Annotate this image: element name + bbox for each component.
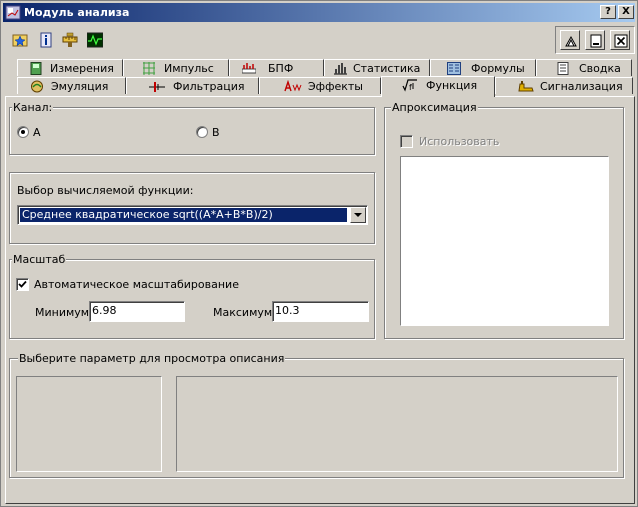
function-select-group: Выбор вычисляемой функции: Среднее квадр… [9, 172, 375, 244]
description-legend: Выберите параметр для просмотра описания [18, 352, 286, 365]
tab-label: Фильтрация [173, 80, 245, 93]
checkmark-icon [18, 280, 27, 288]
tab-alarm[interactable]: Сигнализация [495, 77, 633, 94]
auto-scale-label[interactable]: Автоматическое масштабирование [34, 278, 239, 291]
tab-effects[interactable]: Эффекты [259, 77, 381, 94]
tab-label: Сводка [579, 62, 621, 75]
pulse-icon [142, 62, 156, 75]
channel-group: Канал: A B [9, 101, 375, 155]
minimum-input[interactable]: 6.98 [89, 301, 185, 322]
approximation-group: Апроксимация Использовать [384, 101, 624, 339]
tab-label: Формулы [471, 62, 525, 75]
statistics-icon [333, 62, 347, 75]
auto-scale-checkbox[interactable] [16, 278, 29, 291]
function-select-dropdown[interactable]: Среднее квадратическое sqrt((A*A+B*B)/2) [17, 205, 368, 225]
use-approximation-label: Использовать [419, 135, 500, 148]
formula-icon [447, 62, 461, 75]
svg-text:f: f [409, 83, 412, 92]
window-controls-panel [555, 26, 635, 54]
title-bar[interactable]: Модуль анализа ? X [3, 3, 635, 22]
tab-formulas[interactable]: Формулы [430, 59, 536, 76]
scale-legend: Масштаб [12, 253, 67, 266]
restore-icon[interactable] [560, 30, 580, 50]
function-icon: f [402, 79, 417, 92]
chevron-down-icon [354, 213, 362, 217]
use-approximation-checkbox[interactable] [400, 135, 413, 148]
approximation-list[interactable] [400, 156, 609, 326]
approximation-legend: Апроксимация [391, 101, 478, 114]
tab-measurements[interactable]: Измерения [17, 59, 123, 76]
info-icon[interactable] [35, 29, 57, 51]
channel-b-radio[interactable] [196, 126, 208, 138]
tab-label: Функция [426, 79, 478, 92]
parameter-list-panel[interactable] [16, 376, 162, 472]
channel-legend: Канал: [12, 101, 54, 114]
tab-label: Сигнализация [540, 80, 623, 93]
channel-a-radio[interactable] [17, 126, 29, 138]
tab-label: Измерения [50, 62, 114, 75]
effects-icon [284, 79, 302, 93]
channel-b-label[interactable]: B [212, 126, 220, 139]
tab-label: Статистика [353, 62, 421, 75]
function-select-value: Среднее квадратическое sqrt((A*A+B*B)/2) [20, 208, 347, 222]
description-text-panel [176, 376, 618, 472]
close-panel-icon[interactable] [610, 30, 630, 50]
dropdown-arrow-button[interactable] [350, 207, 366, 223]
radio-selected-dot [21, 130, 25, 134]
filter-icon [149, 80, 165, 93]
minimize-icon[interactable] [585, 30, 605, 50]
fft-icon [241, 62, 257, 75]
tab-label: Эмуляция [51, 80, 109, 93]
scale-group: Масштаб Автоматическое масштабирование М… [9, 253, 375, 339]
maximum-label: Максимум [213, 306, 273, 319]
tab-statistics[interactable]: Статистика [324, 59, 430, 76]
tab-pulse[interactable]: Импульс [123, 59, 229, 76]
maximum-input[interactable]: 10.3 [272, 301, 369, 322]
window-title: Модуль анализа [24, 6, 130, 19]
app-icon [5, 5, 21, 20]
tab-fft[interactable]: БПФ [229, 59, 324, 76]
help-button[interactable]: ? [600, 5, 616, 19]
emulation-icon [30, 80, 44, 93]
toolbar [5, 26, 635, 54]
tab-label: Эффекты [308, 80, 363, 93]
analysis-window: Модуль анализа ? X Измерения Импульс БПФ… [0, 0, 638, 507]
minimum-label: Минимум [35, 306, 90, 319]
tab-filtering[interactable]: Фильтрация [126, 77, 259, 94]
function-select-label: Выбор вычисляемой функции: [17, 184, 194, 197]
tab-summary[interactable]: Сводка [536, 59, 632, 76]
channel-a-label[interactable]: A [33, 126, 41, 139]
tab-function[interactable]: f Функция [381, 76, 495, 97]
tab-label: Импульс [164, 62, 214, 75]
tab-emulation[interactable]: Эмуляция [17, 77, 126, 94]
alarm-icon [518, 80, 534, 93]
oscilloscope-icon[interactable] [84, 29, 106, 51]
close-button[interactable]: X [618, 5, 634, 19]
ruler-icon[interactable] [59, 29, 81, 51]
measure-icon [30, 62, 44, 75]
description-group: Выберите параметр для просмотра описания [9, 352, 624, 478]
tab-label: БПФ [268, 62, 294, 75]
star-folder-icon[interactable] [9, 29, 31, 51]
summary-icon [557, 62, 571, 75]
